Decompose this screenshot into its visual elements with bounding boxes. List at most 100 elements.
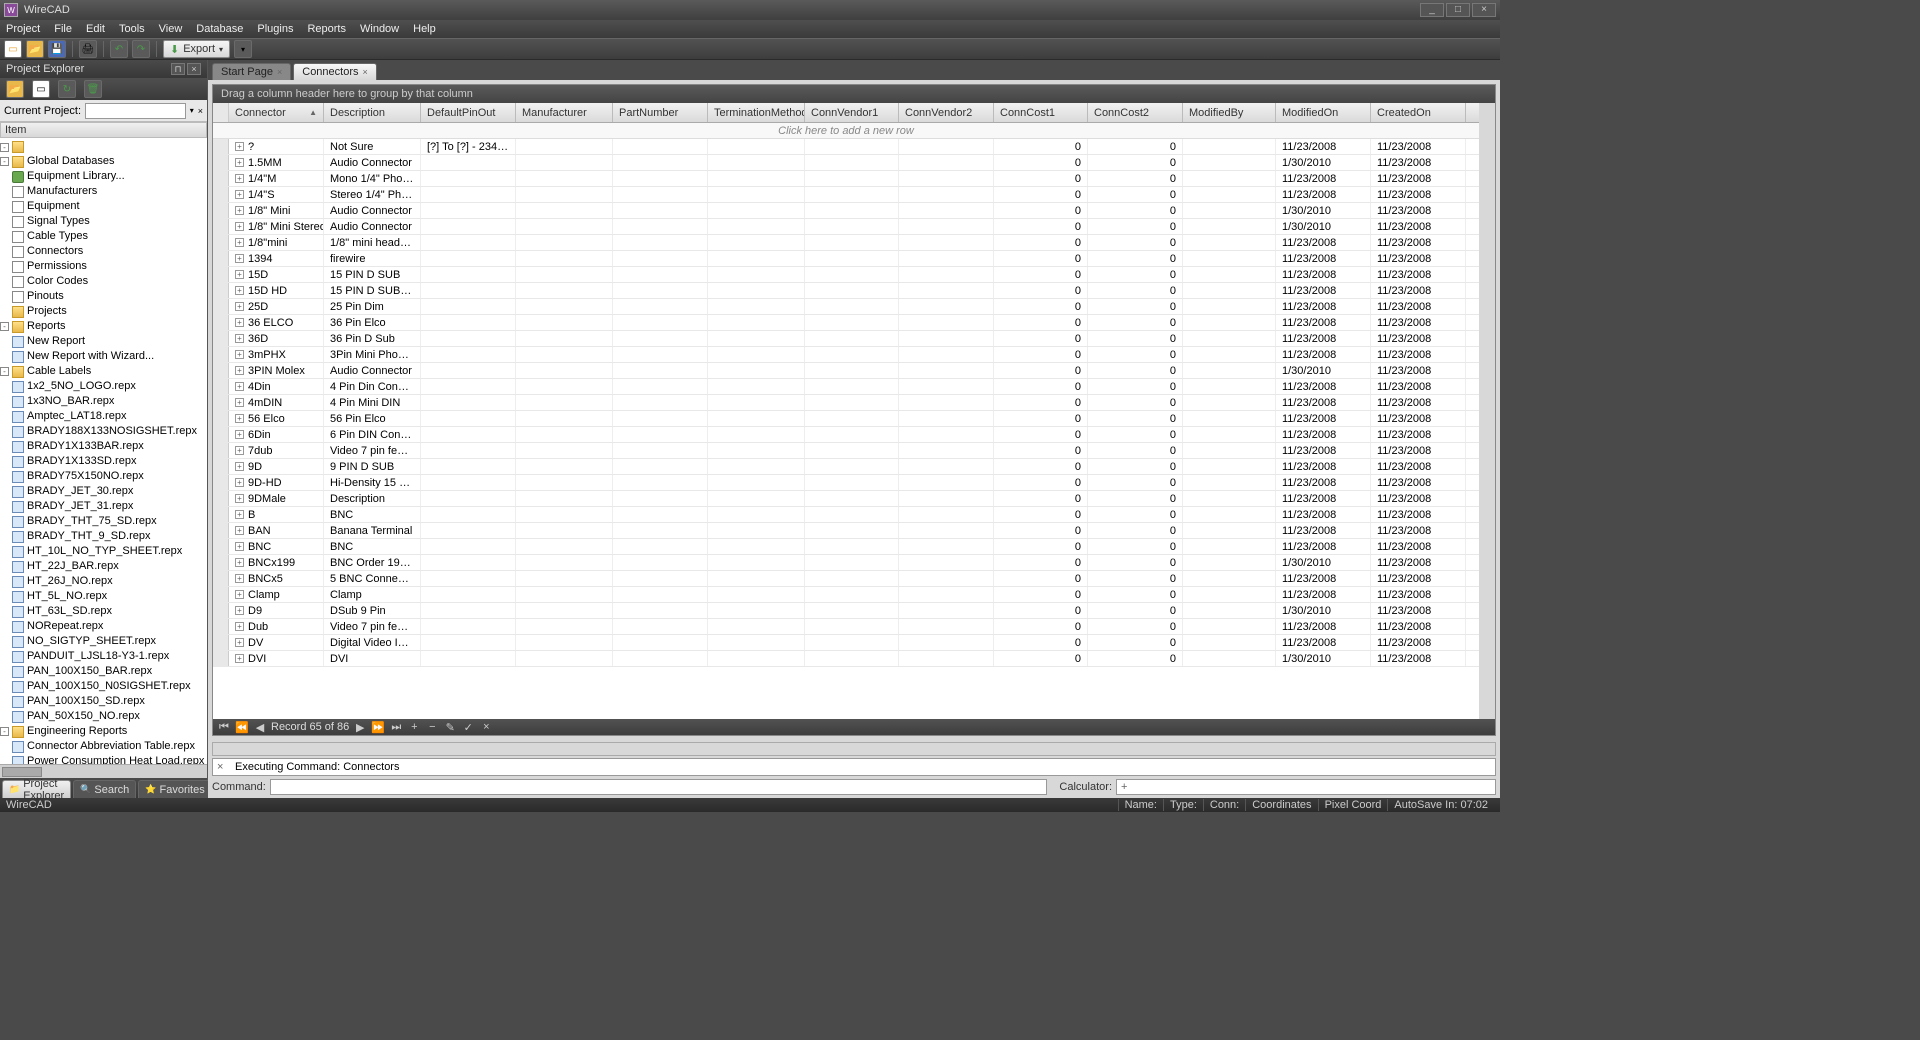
- cell[interactable]: [421, 187, 516, 202]
- cell[interactable]: 0: [994, 331, 1088, 346]
- cell[interactable]: [421, 491, 516, 506]
- row-expand-icon[interactable]: +: [235, 398, 244, 407]
- cell[interactable]: [1183, 347, 1276, 362]
- cell[interactable]: [899, 171, 994, 186]
- cell[interactable]: 0: [994, 171, 1088, 186]
- cell[interactable]: [516, 411, 613, 426]
- cell[interactable]: 11/23/2008: [1276, 443, 1371, 458]
- cell[interactable]: [516, 219, 613, 234]
- cell[interactable]: [899, 395, 994, 410]
- cell[interactable]: [899, 411, 994, 426]
- cell[interactable]: 0: [994, 571, 1088, 586]
- cell[interactable]: 0: [994, 347, 1088, 362]
- cell[interactable]: 11/23/2008: [1371, 363, 1466, 378]
- cell[interactable]: 4 Pin Mini DIN: [324, 395, 421, 410]
- cell[interactable]: Audio Connector: [324, 155, 421, 170]
- cell[interactable]: +4Din: [229, 379, 324, 394]
- tree-node[interactable]: Signal Types: [0, 214, 207, 229]
- cell[interactable]: 0: [994, 443, 1088, 458]
- table-row[interactable]: +DVDigital Video Interface0011/23/200811…: [213, 635, 1479, 651]
- cell[interactable]: Clamp: [324, 587, 421, 602]
- column-header[interactable]: Description: [324, 103, 421, 122]
- cell[interactable]: [613, 411, 708, 426]
- cell[interactable]: [421, 347, 516, 362]
- refresh-icon[interactable]: ↻: [58, 80, 76, 98]
- cell[interactable]: [708, 235, 805, 250]
- tree-hscrollbar[interactable]: [0, 764, 207, 778]
- cell[interactable]: [613, 651, 708, 666]
- menu-database[interactable]: Database: [196, 23, 243, 35]
- tree-node[interactable]: HT_10L_NO_TYP_SHEET.repx: [0, 544, 207, 559]
- nav-edit-icon[interactable]: ✎: [443, 721, 457, 733]
- cell[interactable]: 11/23/2008: [1276, 395, 1371, 410]
- cell[interactable]: [613, 363, 708, 378]
- cell[interactable]: [613, 459, 708, 474]
- cell[interactable]: [805, 363, 899, 378]
- cell[interactable]: 0: [994, 459, 1088, 474]
- row-expand-icon[interactable]: +: [235, 446, 244, 455]
- cell[interactable]: [421, 571, 516, 586]
- cell[interactable]: 0: [1088, 363, 1183, 378]
- delete-icon[interactable]: 🗑: [84, 80, 102, 98]
- export-button[interactable]: ⬇ Export ▾: [163, 40, 230, 58]
- column-header[interactable]: ModifiedBy: [1183, 103, 1276, 122]
- cell[interactable]: [1183, 507, 1276, 522]
- cell[interactable]: [421, 267, 516, 282]
- cell[interactable]: [805, 299, 899, 314]
- tree-node[interactable]: Amptec_LAT18.repx: [0, 409, 207, 424]
- cell[interactable]: 0: [1088, 475, 1183, 490]
- cell[interactable]: +1/8" Mini: [229, 203, 324, 218]
- menu-help[interactable]: Help: [413, 23, 436, 35]
- cell[interactable]: 11/23/2008: [1276, 507, 1371, 522]
- nav-next-icon[interactable]: ▶: [353, 721, 367, 733]
- cell[interactable]: 0: [1088, 603, 1183, 618]
- cell[interactable]: [516, 427, 613, 442]
- grid-vscrollbar[interactable]: [1479, 103, 1495, 719]
- cell[interactable]: [805, 347, 899, 362]
- row-expand-icon[interactable]: +: [235, 574, 244, 583]
- cell[interactable]: [899, 139, 994, 154]
- cell[interactable]: +9DMale: [229, 491, 324, 506]
- column-header[interactable]: TerminationMethod: [708, 103, 805, 122]
- cell[interactable]: 11/23/2008: [1276, 283, 1371, 298]
- cell[interactable]: [899, 603, 994, 618]
- row-expand-icon[interactable]: +: [235, 462, 244, 471]
- nav-remove-icon[interactable]: −: [425, 721, 439, 733]
- cell[interactable]: +3PIN Molex: [229, 363, 324, 378]
- cell[interactable]: 1/8" mini headphone ...: [324, 235, 421, 250]
- cell[interactable]: 36 Pin D Sub: [324, 331, 421, 346]
- cell[interactable]: [421, 363, 516, 378]
- cell[interactable]: [708, 539, 805, 554]
- tree-node[interactable]: PAN_100X150_SD.repx: [0, 694, 207, 709]
- row-expand-icon[interactable]: +: [235, 366, 244, 375]
- cell[interactable]: 11/23/2008: [1276, 315, 1371, 330]
- cell[interactable]: [613, 235, 708, 250]
- table-row[interactable]: +3mPHX3Pin Mini Phoenix0011/23/200811/23…: [213, 347, 1479, 363]
- tree-node[interactable]: New Report with Wizard...: [0, 349, 207, 364]
- nav-cancel-icon[interactable]: ×: [479, 721, 493, 733]
- cell[interactable]: Stereo 1/4" Phone: [324, 187, 421, 202]
- tree-node[interactable]: PANDUIT_LJSL18-Y3-1.repx: [0, 649, 207, 664]
- command-input[interactable]: [270, 779, 1048, 795]
- cell[interactable]: 0: [994, 315, 1088, 330]
- cell[interactable]: [708, 395, 805, 410]
- cell[interactable]: [899, 427, 994, 442]
- cell[interactable]: [613, 379, 708, 394]
- doc-tab[interactable]: Connectors×: [293, 63, 377, 80]
- close-tab-icon[interactable]: ×: [363, 67, 368, 77]
- cell[interactable]: +BNC: [229, 539, 324, 554]
- tree-node[interactable]: PAN_100X150_N0SIGSHET.repx: [0, 679, 207, 694]
- cell[interactable]: 11/23/2008: [1371, 475, 1466, 490]
- cell[interactable]: [421, 523, 516, 538]
- cell[interactable]: [1183, 523, 1276, 538]
- cell[interactable]: [421, 203, 516, 218]
- cell[interactable]: +56 Elco: [229, 411, 324, 426]
- cell[interactable]: [708, 459, 805, 474]
- cell[interactable]: 11/23/2008: [1371, 379, 1466, 394]
- cell[interactable]: [613, 139, 708, 154]
- cell[interactable]: 0: [1088, 651, 1183, 666]
- cell[interactable]: [1183, 411, 1276, 426]
- cell[interactable]: [421, 299, 516, 314]
- cell[interactable]: 5 BNC Connectors: [324, 571, 421, 586]
- cell[interactable]: 11/23/2008: [1371, 523, 1466, 538]
